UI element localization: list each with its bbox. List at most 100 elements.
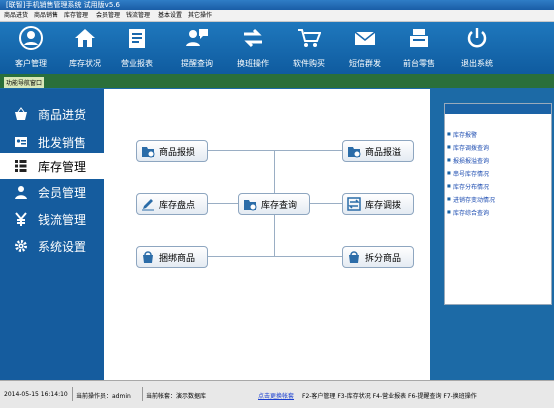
sidebar-item-inventory[interactable]: 库存管理 <box>0 153 104 179</box>
status-bar: 2014-05-15 16:14:10 当前操作员：admin 当前帐套：演示数… <box>0 380 554 408</box>
sidebar-item-cashflow[interactable]: 钱流管理 <box>0 206 104 232</box>
menu-item-members[interactable]: 会员管理 <box>96 10 120 21</box>
sidebar-item-label: 商品进货 <box>38 108 87 122</box>
menu-item-inventory[interactable]: 库存管理 <box>64 10 88 21</box>
sms-button[interactable]: 短信群发 <box>338 24 392 72</box>
connector-line <box>206 256 342 257</box>
sms-label: 短信群发 <box>349 59 381 68</box>
sidebar-item-members[interactable]: 会员管理 <box>0 179 104 205</box>
stock-status-button[interactable]: 库存状况 <box>58 24 112 72</box>
sidebar-item-label: 系统设置 <box>38 240 87 254</box>
connector-line <box>206 203 238 204</box>
grid-icon <box>15 160 27 172</box>
exit-label: 退出系统 <box>461 59 493 68</box>
menu-item-purchase[interactable]: 商品进货 <box>4 10 28 21</box>
stock-count-button[interactable]: 库存盘点 <box>136 193 208 215</box>
goods-loss-label: 商品报损 <box>159 148 196 158</box>
report-label: 营业报表 <box>121 59 153 68</box>
title-bar: [联智]手机销售管理系统 试用版v5.6 <box>0 0 554 10</box>
customer-label: 客户管理 <box>15 59 47 68</box>
quick-link-serial-stock[interactable]: 串号库存情况 <box>447 169 489 178</box>
bundle-goods-button[interactable]: 捆绑商品 <box>136 246 208 268</box>
customer-button[interactable]: 客户管理 <box>4 24 58 72</box>
basket-icon <box>15 107 27 120</box>
house-icon <box>75 29 95 47</box>
menu-bar: 商品进货 商品销售 库存管理 会员管理 钱流管理 基本设置 其它操作 <box>0 10 554 22</box>
stock-transfer-label: 库存调拨 <box>365 201 402 211</box>
purchase-software-button[interactable]: 软件购买 <box>282 24 336 72</box>
yen-icon <box>15 212 27 226</box>
sidebar-item-label: 会员管理 <box>38 186 87 200</box>
pencil-icon <box>142 199 154 211</box>
stock-status-label: 库存状况 <box>69 59 101 68</box>
menu-item-settings[interactable]: 基本设置 <box>158 10 182 21</box>
nav-header-title: 功能导航窗口 <box>4 77 45 88</box>
retail-label: 前台零售 <box>403 59 435 68</box>
transfer-icon <box>347 197 361 211</box>
cart-icon <box>298 29 321 47</box>
stock-query-label: 库存查询 <box>261 201 298 211</box>
quick-link-stock-distribution[interactable]: 库存分布情况 <box>447 182 489 191</box>
split-goods-button[interactable]: 拆分商品 <box>342 246 414 268</box>
quick-link-transfer-query[interactable]: 库存调拨查询 <box>447 143 489 152</box>
sidebar-item-label: 库存管理 <box>38 160 87 174</box>
bundle-goods-label: 捆绑商品 <box>159 254 196 264</box>
nav-header-bar: 功能导航窗口 <box>0 74 554 88</box>
bag-icon <box>349 251 359 263</box>
quick-link-loss-overflow-query[interactable]: 报损报溢查询 <box>447 156 489 165</box>
quick-links-header <box>445 104 551 114</box>
swap-icon <box>244 28 262 48</box>
report-icon <box>129 29 145 48</box>
stock-transfer-button[interactable]: 库存调拨 <box>342 193 414 215</box>
bag-icon <box>143 251 153 263</box>
quick-link-stock-overview[interactable]: 库存综合查询 <box>447 208 489 217</box>
change-account-link[interactable]: 点击更换帐套 <box>258 391 294 400</box>
sidebar-item-label: 钱流管理 <box>38 213 87 227</box>
customer-icon <box>19 26 43 50</box>
goods-overflow-label: 商品报溢 <box>365 148 402 158</box>
flow-panel: 商品报损 商品报溢 库存盘点 库存查询 库存调拨 捆绑商品 拆分商品 <box>104 89 430 380</box>
retail-button[interactable]: 前台零售 <box>392 24 446 72</box>
status-operator: 当前操作员：admin <box>76 393 131 400</box>
window-title: [联智]手机销售管理系统 试用版v5.6 <box>6 1 120 9</box>
stock-count-label: 库存盘点 <box>159 201 196 211</box>
quick-links-panel: 库存报警 库存调拨查询 报损报溢查询 串号库存情况 库存分布情况 进销存变动情况… <box>430 89 554 380</box>
chat-icon <box>186 29 208 46</box>
status-account: 当前帐套：演示数据库 <box>146 393 207 400</box>
quick-link-stock-alarm[interactable]: 库存报警 <box>447 130 477 139</box>
menu-item-other[interactable]: 其它操作 <box>188 10 212 21</box>
power-icon <box>467 28 487 48</box>
exit-button[interactable]: 退出系统 <box>450 24 504 72</box>
sidebar-item-settings[interactable]: 系统设置 <box>0 233 104 259</box>
quick-links-box: 库存报警 库存调拨查询 报损报溢查询 串号库存情况 库存分布情况 进销存变动情况… <box>444 103 552 305</box>
purchase-software-label: 软件购买 <box>293 59 325 68</box>
status-shortcuts: F2-客户管理 F3-库存状况 F4-营业报表 F6-提醒查询 F7-换班操作 <box>302 393 477 400</box>
status-divider <box>72 387 73 401</box>
menu-item-sales[interactable]: 商品销售 <box>34 10 58 21</box>
folder-icon <box>244 200 257 211</box>
shift-button[interactable]: 换班操作 <box>226 24 280 72</box>
toolbar: 客户管理 库存状况 营业报表 提醒查询 换班操作 软件购买 短信群发 前台零售 … <box>0 22 554 74</box>
sidebar: 商品进货 批发销售 库存管理 会员管理 钱流管理 系统设置 <box>0 89 104 380</box>
menu-item-cashflow[interactable]: 钱流管理 <box>126 10 150 21</box>
report-button[interactable]: 营业报表 <box>110 24 164 72</box>
reminder-button[interactable]: 提醒查询 <box>170 24 224 72</box>
folder-icon <box>142 147 155 158</box>
sidebar-item-label: 批发销售 <box>38 136 87 150</box>
split-goods-label: 拆分商品 <box>365 254 402 264</box>
folder-icon <box>348 147 361 158</box>
sidebar-item-wholesale[interactable]: 批发销售 <box>0 129 104 155</box>
gear-icon <box>15 240 27 252</box>
person-icon <box>15 186 27 199</box>
status-divider <box>142 387 143 401</box>
quick-link-inventory-changes[interactable]: 进销存变动情况 <box>447 195 495 204</box>
stock-query-button[interactable]: 库存查询 <box>238 193 310 215</box>
sidebar-item-purchase[interactable]: 商品进货 <box>0 101 104 127</box>
register-icon <box>410 29 428 47</box>
reminder-label: 提醒查询 <box>181 59 213 68</box>
status-datetime: 2014-05-15 16:14:10 <box>4 391 68 398</box>
connector-line <box>310 203 342 204</box>
goods-loss-button[interactable]: 商品报损 <box>136 140 208 162</box>
shift-label: 换班操作 <box>237 59 269 68</box>
goods-overflow-button[interactable]: 商品报溢 <box>342 140 414 162</box>
